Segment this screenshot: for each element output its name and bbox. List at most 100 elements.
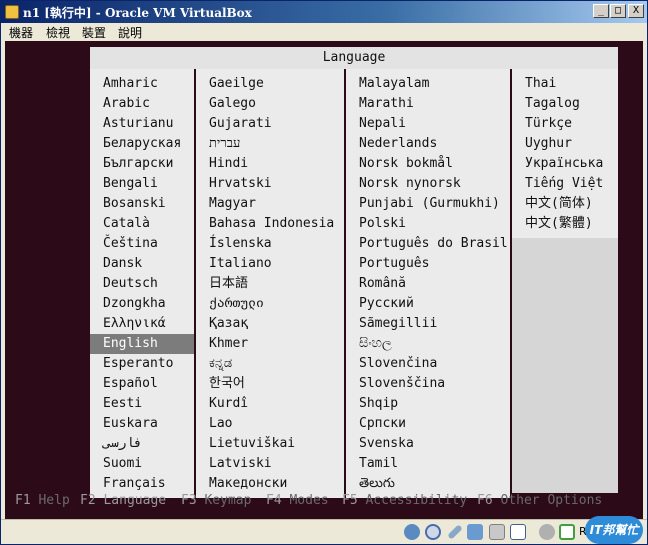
fkey-label: Modes — [289, 493, 329, 508]
language-option[interactable]: Íslenska — [196, 234, 344, 254]
language-option[interactable]: Nepali — [346, 114, 510, 134]
language-option[interactable]: Română — [346, 274, 510, 294]
language-option[interactable]: Hrvatski — [196, 174, 344, 194]
language-option[interactable]: Українська — [512, 154, 618, 174]
usb-icon[interactable] — [489, 524, 505, 540]
minimize-button[interactable]: _ — [593, 4, 609, 18]
menu-devices[interactable]: 裝置 — [82, 24, 106, 41]
language-option[interactable]: Беларуская — [90, 134, 194, 154]
language-option[interactable]: Polski — [346, 214, 510, 234]
language-option[interactable]: Shqip — [346, 394, 510, 414]
language-option[interactable]: Khmer — [196, 334, 344, 354]
fkey-key: F3 — [181, 493, 197, 508]
language-option[interactable]: Arabic — [90, 94, 194, 114]
fkey-key: F6 — [477, 493, 493, 508]
virtualbox-app-icon — [5, 5, 19, 19]
fkey-modes[interactable]: F4 Modes — [266, 491, 329, 511]
fkey-label: Accessibility — [365, 493, 468, 508]
language-option[interactable]: Norsk bokmål — [346, 154, 510, 174]
capture-arrow-icon[interactable] — [559, 524, 575, 540]
fkey-key: F1 — [15, 493, 31, 508]
vm-screen[interactable]: Language Amharic Arabic Asturianu Беларуска… — [5, 41, 643, 519]
language-option[interactable]: Uyghur — [512, 134, 618, 154]
language-option[interactable]: Tiếng Việt — [512, 174, 618, 194]
language-option[interactable]: Português do Brasil — [346, 234, 510, 254]
language-option[interactable]: Српски — [346, 414, 510, 434]
language-option[interactable]: Amharic — [90, 74, 194, 94]
language-option[interactable]: සිංහල — [346, 334, 510, 354]
language-option[interactable]: Galego — [196, 94, 344, 114]
close-button[interactable]: X — [628, 4, 644, 18]
function-key-bar: F1 Help F2 Language F3 Keymap F4 Modes F… — [5, 491, 643, 511]
language-option[interactable]: Bengali — [90, 174, 194, 194]
language-option[interactable]: Eesti — [90, 394, 194, 414]
language-option[interactable]: Български — [90, 154, 194, 174]
language-option[interactable]: Norsk nynorsk — [346, 174, 510, 194]
language-option[interactable]: Gujarati — [196, 114, 344, 134]
language-option[interactable]: 中文(繁體) — [512, 214, 618, 234]
menu-view[interactable]: 檢視 — [46, 24, 70, 41]
fkey-help[interactable]: F1 Help — [15, 491, 70, 511]
title-bar[interactable]: n1 [執行中] - Oracle VM VirtualBox _ □ X — [1, 1, 647, 23]
language-option[interactable]: Bahasa Indonesia — [196, 214, 344, 234]
language-option[interactable]: Svenska — [346, 434, 510, 454]
language-option[interactable]: Dansk — [90, 254, 194, 274]
language-option[interactable]: Slovenčina — [346, 354, 510, 374]
language-option[interactable]: Català — [90, 214, 194, 234]
language-option[interactable]: Español — [90, 374, 194, 394]
language-option[interactable]: Kurdî — [196, 394, 344, 414]
optical-drive-icon[interactable] — [425, 524, 441, 540]
language-option[interactable]: Punjabi (Gurmukhi) — [346, 194, 510, 214]
language-option[interactable]: Euskara — [90, 414, 194, 434]
pen-icon[interactable] — [447, 524, 463, 540]
hard-disk-icon[interactable] — [404, 524, 420, 540]
maximize-button[interactable]: □ — [610, 4, 626, 18]
fkey-key: F2 — [80, 493, 96, 508]
language-option[interactable]: Lietuviškai — [196, 434, 344, 454]
language-option[interactable]: Suomi — [90, 454, 194, 474]
language-option[interactable]: Қазақ — [196, 314, 344, 334]
language-option[interactable]: 한국어 — [196, 374, 344, 394]
language-option[interactable]: Gaeilge — [196, 74, 344, 94]
language-option[interactable]: Tagalog — [512, 94, 618, 114]
language-option[interactable]: Marathi — [346, 94, 510, 114]
network-icon[interactable] — [467, 524, 483, 540]
language-option[interactable]: Latviski — [196, 454, 344, 474]
language-option[interactable]: Thai — [512, 74, 618, 94]
language-option[interactable]: Bosanski — [90, 194, 194, 214]
language-option[interactable]: فارسی — [90, 434, 194, 454]
language-option[interactable]: Hindi — [196, 154, 344, 174]
language-option[interactable]: Asturianu — [90, 114, 194, 134]
language-option[interactable]: Malayalam — [346, 74, 510, 94]
language-option[interactable]: 中文(简体) — [512, 194, 618, 214]
language-option[interactable]: Português — [346, 254, 510, 274]
menu-machine[interactable]: 機器 — [9, 24, 33, 41]
language-option[interactable]: Dzongkha — [90, 294, 194, 314]
language-option[interactable]: Русский — [346, 294, 510, 314]
fkey-keymap[interactable]: F3 Keymap — [181, 491, 251, 511]
language-option[interactable]: ಕನ್ನಡ — [196, 354, 344, 374]
language-option[interactable]: Nederlands — [346, 134, 510, 154]
language-option[interactable]: Türkçe — [512, 114, 618, 134]
mouse-integration-icon[interactable] — [539, 524, 555, 540]
language-option[interactable]: עברית — [196, 134, 344, 154]
language-option[interactable]: Magyar — [196, 194, 344, 214]
fkey-language[interactable]: F2 Language — [80, 491, 166, 511]
language-option[interactable]: Deutsch — [90, 274, 194, 294]
language-option[interactable]: Esperanto — [90, 354, 194, 374]
language-option[interactable]: ქართული — [196, 294, 344, 314]
language-option[interactable]: Tamil — [346, 454, 510, 474]
language-option[interactable]: Italiano — [196, 254, 344, 274]
status-bar: R — [1, 519, 647, 544]
language-option[interactable]: Ελληνικά — [90, 314, 194, 334]
language-option[interactable]: 日本語 — [196, 274, 344, 294]
language-option[interactable]: Lao — [196, 414, 344, 434]
language-option[interactable]: Čeština — [90, 234, 194, 254]
menu-help[interactable]: 說明 — [118, 24, 142, 41]
language-option[interactable]: English — [90, 334, 194, 354]
language-option[interactable]: Sãmegillii — [346, 314, 510, 334]
fkey-accessibility[interactable]: F5 Accessibility — [342, 491, 467, 511]
fkey-other-options[interactable]: F6 Other Options — [477, 491, 602, 511]
shared-folder-icon[interactable] — [510, 524, 526, 540]
language-option[interactable]: Slovenščina — [346, 374, 510, 394]
